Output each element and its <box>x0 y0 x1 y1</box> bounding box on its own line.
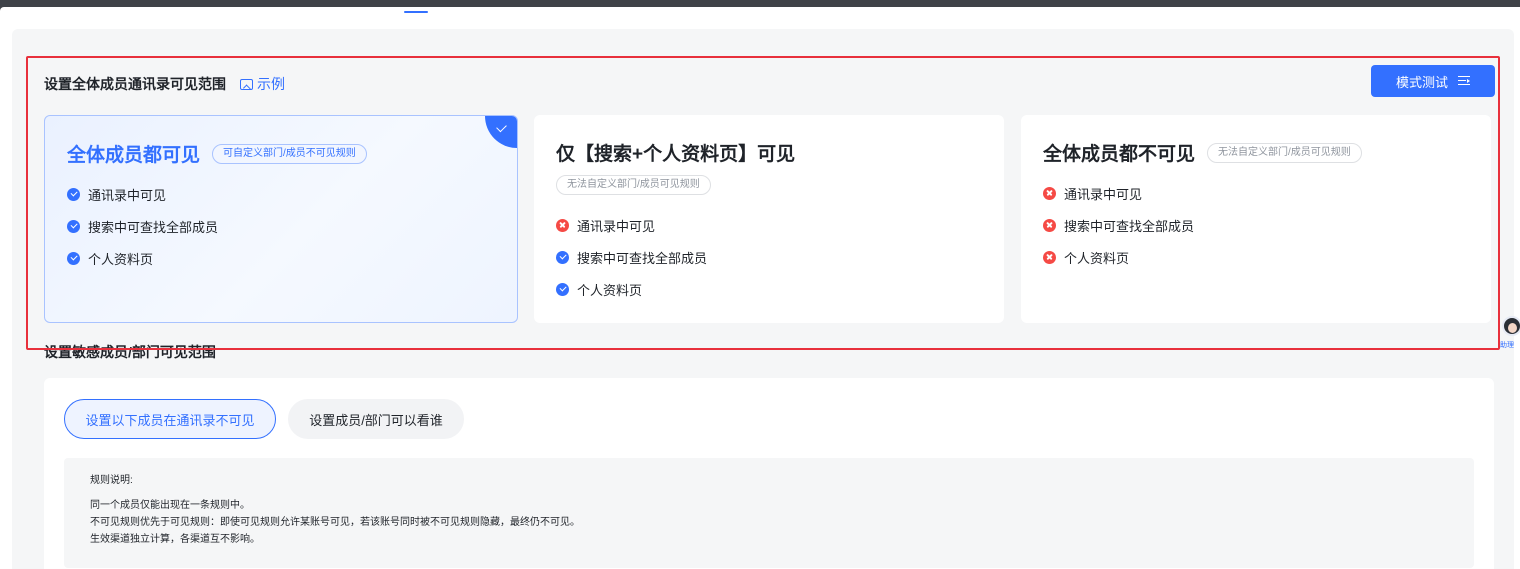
check-circle-icon <box>67 251 80 265</box>
feature-item: 个人资料页 <box>556 279 707 299</box>
feature-item: 个人资料页 <box>67 248 218 268</box>
app-window: 设置全体成员通讯录可见范围 示例 模式测试 全体成员都可见 可自定义部门/成员不… <box>0 7 1520 569</box>
feature-label: 通讯录中可见 <box>1064 186 1143 202</box>
card-tag: 无法自定义部门/成员可见规则 <box>1207 142 1362 163</box>
example-link-label: 示例 <box>257 76 285 92</box>
feature-label: 个人资料页 <box>577 282 643 298</box>
feature-label: 搜索中可查找全部成员 <box>577 250 708 266</box>
card-title: 全体成员都不可见 <box>1043 144 1196 165</box>
assistant-float-button[interactable]: 助理 <box>1500 316 1520 354</box>
feature-list: 通讯录中可见 搜索中可查找全部成员 个人资料页 <box>67 184 218 280</box>
feature-label: 通讯录中可见 <box>88 187 167 203</box>
feature-item: 通讯录中可见 <box>556 215 707 235</box>
check-circle-icon <box>67 187 80 201</box>
assistant-label: 助理 <box>1500 342 1514 349</box>
card-tag: 无法自定义部门/成员可见规则 <box>556 175 711 195</box>
visibility-section-header: 设置全体成员通讯录可见范围 示例 <box>44 74 285 94</box>
assistant-avatar-icon <box>1502 316 1520 336</box>
cross-circle-icon <box>1043 186 1056 200</box>
visibility-section-title: 设置全体成员通讯录可见范围 <box>44 76 226 92</box>
card-title: 仅【搜索+个人资料页】可见 <box>556 144 796 165</box>
list-indent-icon <box>1458 76 1470 86</box>
feature-label: 个人资料页 <box>88 251 154 267</box>
cross-circle-icon <box>1043 250 1056 264</box>
tab-indicator <box>404 11 428 13</box>
image-icon <box>240 78 253 90</box>
example-link[interactable]: 示例 <box>240 74 285 94</box>
check-circle-icon <box>67 219 80 233</box>
feature-list: 通讯录中可见 搜索中可查找全部成员 个人资料页 <box>556 215 707 311</box>
cross-circle-icon <box>1043 218 1056 232</box>
feature-label: 搜索中可查找全部成员 <box>1064 218 1195 234</box>
card-tag: 可自定义部门/成员不可见规则 <box>212 143 367 164</box>
feature-item: 个人资料页 <box>1043 247 1194 267</box>
feature-item: 通讯录中可见 <box>67 184 218 204</box>
feature-list: 通讯录中可见 搜索中可查找全部成员 个人资料页 <box>1043 183 1194 279</box>
card-header: 仅【搜索+个人资料页】可见 <box>556 139 795 166</box>
feature-item: 搜索中可查找全部成员 <box>67 216 218 236</box>
card-header: 全体成员都不可见 无法自定义部门/成员可见规则 <box>1043 139 1362 166</box>
rules-line: 不可见规则优先于可见规则：即使可见规则允许某账号可见，若该账号同时被不可见规则隐… <box>90 517 580 528</box>
tab-member-can-see[interactable]: 设置成员/部门可以看谁 <box>288 399 464 439</box>
rules-title: 规则说明: <box>90 475 133 486</box>
mode-test-button[interactable]: 模式测试 <box>1371 65 1495 97</box>
card-title: 全体成员都可见 <box>67 145 201 166</box>
feature-label: 搜索中可查找全部成员 <box>88 219 219 235</box>
sensitive-section-title: 设置敏感成员/部门可见范围 <box>44 344 216 360</box>
settings-content: 设置全体成员通讯录可见范围 示例 模式测试 全体成员都可见 可自定义部门/成员不… <box>12 29 1514 569</box>
cross-circle-icon <box>556 218 569 232</box>
feature-item: 搜索中可查找全部成员 <box>556 247 707 267</box>
feature-label: 通讯录中可见 <box>577 218 656 234</box>
rules-line: 生效渠道独立计算，各渠道互不影响。 <box>90 534 260 545</box>
rules-description: 规则说明: 同一个成员仅能出现在一条规则中。 不可见规则优先于可见规则：即使可见… <box>64 458 1474 568</box>
card-header: 全体成员都可见 可自定义部门/成员不可见规则 <box>67 140 367 167</box>
feature-item: 搜索中可查找全部成员 <box>1043 215 1194 235</box>
check-circle-icon <box>556 250 569 264</box>
rules-line: 同一个成员仅能出现在一条规则中。 <box>90 500 250 511</box>
selected-check-icon <box>485 116 517 148</box>
visibility-option-search-profile[interactable]: 仅【搜索+个人资料页】可见 无法自定义部门/成员可见规则 通讯录中可见 搜索中可… <box>534 115 1004 323</box>
check-circle-icon <box>556 282 569 296</box>
sensitive-section-panel: 设置以下成员在通讯录不可见 设置成员/部门可以看谁 规则说明: 同一个成员仅能出… <box>44 378 1494 569</box>
mode-test-label: 模式测试 <box>1395 74 1448 90</box>
tab-hide-members[interactable]: 设置以下成员在通讯录不可见 <box>64 399 276 439</box>
visibility-option-all-visible[interactable]: 全体成员都可见 可自定义部门/成员不可见规则 通讯录中可见 搜索中可查找全部成员… <box>44 115 518 323</box>
feature-label: 个人资料页 <box>1064 250 1130 266</box>
visibility-option-none-visible[interactable]: 全体成员都不可见 无法自定义部门/成员可见规则 通讯录中可见 搜索中可查找全部成… <box>1021 115 1491 323</box>
feature-item: 通讯录中可见 <box>1043 183 1194 203</box>
